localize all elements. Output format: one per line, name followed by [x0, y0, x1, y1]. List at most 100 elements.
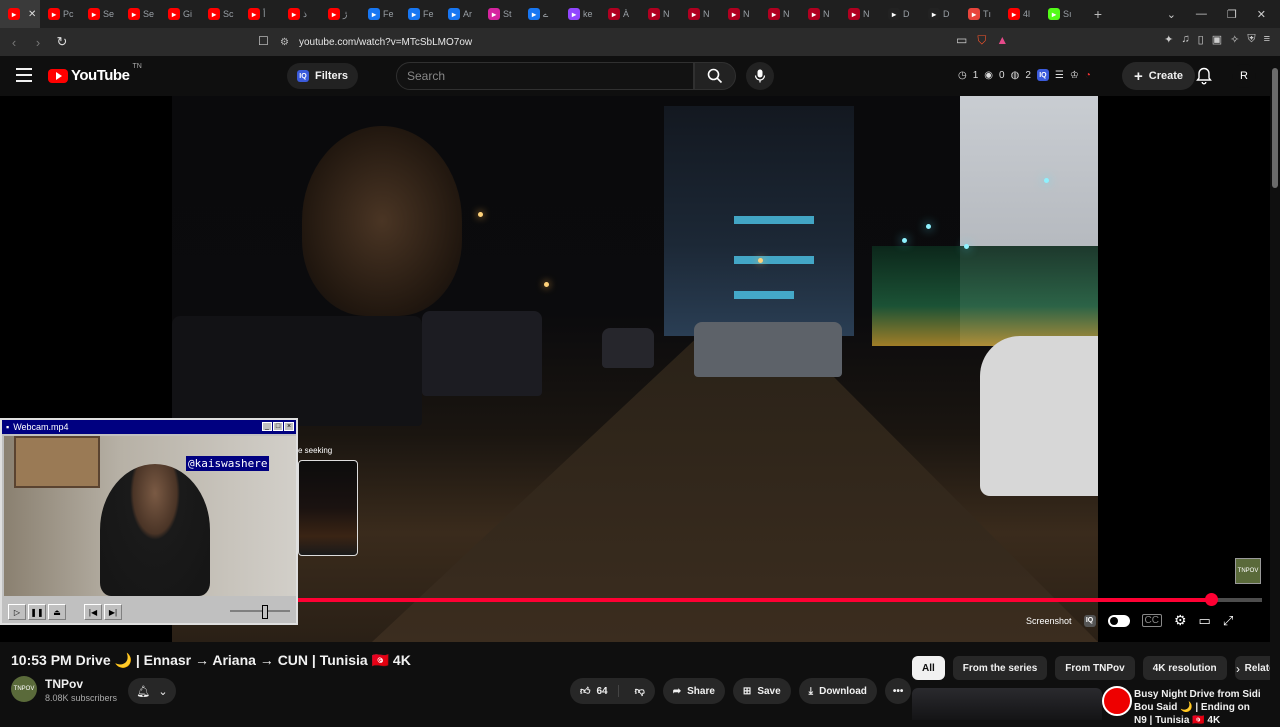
browser-tab[interactable]: ▸ ذ: [280, 0, 320, 28]
cast-icon[interactable]: ▭: [956, 33, 967, 48]
browser-tab[interactable]: ▸ Fe: [400, 0, 440, 28]
chip-from-channel[interactable]: From TNPov: [1055, 656, 1135, 680]
webcam-minimize-icon[interactable]: _: [262, 422, 272, 431]
webcam-close-icon[interactable]: ×: [284, 422, 294, 431]
back-icon[interactable]: ‹: [4, 35, 24, 50]
reload-icon[interactable]: ↻: [52, 34, 72, 50]
browser-tab[interactable]: ▸ ke: [560, 0, 600, 28]
recommendation-thumbnail[interactable]: [912, 688, 1102, 720]
like-button[interactable]: 👍︎ 64: [570, 685, 619, 697]
dislike-button[interactable]: 👎︎: [625, 685, 655, 697]
recommendation-channel-avatar[interactable]: [1102, 686, 1132, 716]
webcam-window[interactable]: ▪ Webcam.mp4 _ □ × @kaiswashere ▷ ❚❚ ⏏ |…: [0, 418, 298, 625]
browser-tab[interactable]: ▸ ے: [520, 0, 560, 28]
settings-gear-icon[interactable]: ⚙: [1174, 612, 1187, 629]
hamburger-menu-icon[interactable]: [16, 68, 32, 82]
address-bar[interactable]: ⚙ youtube.com/watch?v=MTcSbLMO7ow: [280, 32, 1000, 52]
extension-puzzle-icon[interactable]: ✦: [1164, 33, 1173, 46]
chip-4k-resolution[interactable]: 4K resolution: [1142, 656, 1227, 680]
share-button[interactable]: ➦ Share: [662, 678, 725, 704]
browser-tab[interactable]: ▸ Se: [120, 0, 160, 28]
fullscreen-icon[interactable]: ⤢: [1223, 613, 1233, 629]
site-info-icon[interactable]: ⚙: [280, 37, 289, 48]
chip-from-the-series[interactable]: From the series: [952, 656, 1048, 680]
browser-tab[interactable]: ▸ N: [760, 0, 800, 28]
browser-tab[interactable]: ▸ N: [800, 0, 840, 28]
subscription-bell-button[interactable]: 🔔︎ ⌄: [128, 678, 176, 704]
close-icon[interactable]: ✕: [1257, 8, 1266, 21]
brave-shield-icon[interactable]: ⛉: [977, 33, 986, 48]
browser-tab[interactable]: ▸ Ar: [440, 0, 480, 28]
chevron-right-icon[interactable]: ›: [1236, 662, 1240, 676]
account-avatar[interactable]: R: [1232, 64, 1256, 88]
voice-search-button[interactable]: [746, 62, 774, 90]
browser-tab[interactable]: ▸ 4l: [1000, 0, 1040, 28]
bookmark-icon[interactable]: ☐: [258, 34, 269, 48]
captions-icon[interactable]: CC: [1141, 614, 1162, 627]
progress-scrubber[interactable]: [1204, 593, 1218, 606]
browser-tab[interactable]: ▸ Tı: [960, 0, 1000, 28]
browser-tab[interactable]: ▸ Sc: [200, 0, 240, 28]
scrollbar-thumb[interactable]: [1272, 68, 1278, 188]
browser-tab[interactable]: ▸ Sı: [1040, 0, 1080, 28]
eject-icon[interactable]: ⏏: [48, 604, 66, 620]
notifications-bell-icon[interactable]: [1196, 67, 1212, 85]
browser-tab[interactable]: ▸ D: [880, 0, 920, 28]
restore-icon[interactable]: ❐: [1227, 8, 1237, 21]
filters-button[interactable]: IQ Filters: [287, 63, 359, 89]
pause-icon[interactable]: ❚❚: [28, 604, 46, 620]
browser-tab[interactable]: ▸ N: [640, 0, 680, 28]
youtube-logo[interactable]: YouTube TN: [48, 63, 142, 84]
save-button[interactable]: ⊞ Save: [732, 678, 791, 704]
iq-icon[interactable]: IQ: [1036, 69, 1049, 81]
previous-icon[interactable]: |◀: [84, 604, 102, 620]
browser-tab[interactable]: ▸ ڙ: [320, 0, 360, 28]
media-icon[interactable]: ♫: [1181, 33, 1189, 46]
minimize-icon[interactable]: —: [1196, 8, 1207, 20]
browser-tab[interactable]: ▸ Gi: [160, 0, 200, 28]
download-button[interactable]: ⤓ Download: [798, 678, 877, 704]
wallet-icon[interactable]: ▣: [1212, 33, 1222, 46]
sidebar-icon[interactable]: ▯: [1198, 33, 1204, 46]
theater-mode-icon[interactable]: ▭: [1199, 613, 1211, 629]
channel-watermark[interactable]: TNPOV: [1235, 558, 1261, 584]
list-icon[interactable]: ☰: [1055, 70, 1064, 81]
browser-tab[interactable]: ▸ D: [920, 0, 960, 28]
page-scrollbar[interactable]: [1270, 56, 1280, 720]
play-icon[interactable]: ▷: [8, 604, 26, 620]
browser-tab[interactable]: ▸ Se: [80, 0, 120, 28]
vpn-icon[interactable]: ⛨: [1247, 33, 1255, 46]
screenshot-label[interactable]: Screenshot: [1026, 616, 1072, 626]
tab-close-icon[interactable]: ✕: [28, 9, 36, 20]
leo-icon[interactable]: ✧: [1230, 33, 1239, 46]
more-actions-button[interactable]: •••: [884, 678, 912, 704]
trophy-icon[interactable]: ♔: [1070, 70, 1079, 81]
create-button[interactable]: + Create: [1122, 62, 1196, 90]
webcam-volume-slider[interactable]: [230, 605, 290, 619]
webcam-title-bar[interactable]: ▪ Webcam.mp4 _ □ ×: [2, 420, 296, 434]
browser-tab[interactable]: ▸ أ: [240, 0, 280, 28]
notification-dot-icon[interactable]: ◔: [1085, 70, 1091, 81]
browser-tab[interactable]: ▸ N: [720, 0, 760, 28]
channel-name[interactable]: TNPov: [45, 677, 83, 691]
brave-rewards-icon[interactable]: ▲: [996, 33, 1008, 48]
browser-tab[interactable]: ▸ N: [840, 0, 880, 28]
channel-avatar[interactable]: TNPOV: [11, 676, 37, 702]
browser-tab[interactable]: ▸ À: [600, 0, 640, 28]
webcam-maximize-icon[interactable]: □: [273, 422, 283, 431]
search-button[interactable]: [694, 62, 736, 90]
forward-icon[interactable]: ›: [28, 35, 48, 50]
browser-tab[interactable]: ▸ St: [480, 0, 520, 28]
chip-all[interactable]: All: [912, 656, 945, 680]
video-frame[interactable]: [172, 96, 1098, 642]
search-input[interactable]: Search: [396, 62, 694, 90]
browser-tab[interactable]: ▸ Fe: [360, 0, 400, 28]
autoplay-toggle[interactable]: [1107, 614, 1130, 627]
browser-tab[interactable]: ▸ N: [680, 0, 720, 28]
tab-search-icon[interactable]: ⌄: [1167, 8, 1176, 21]
recommendation-title[interactable]: Busy Night Drive from Sidi Bou Said 🌙 | …: [1134, 688, 1264, 727]
new-tab-icon[interactable]: +: [1086, 6, 1110, 22]
browser-tab[interactable]: ▸ Pc: [40, 0, 80, 28]
browser-tab[interactable]: ▸ ✕: [0, 0, 40, 28]
iq-icon[interactable]: IQ: [1083, 614, 1096, 627]
